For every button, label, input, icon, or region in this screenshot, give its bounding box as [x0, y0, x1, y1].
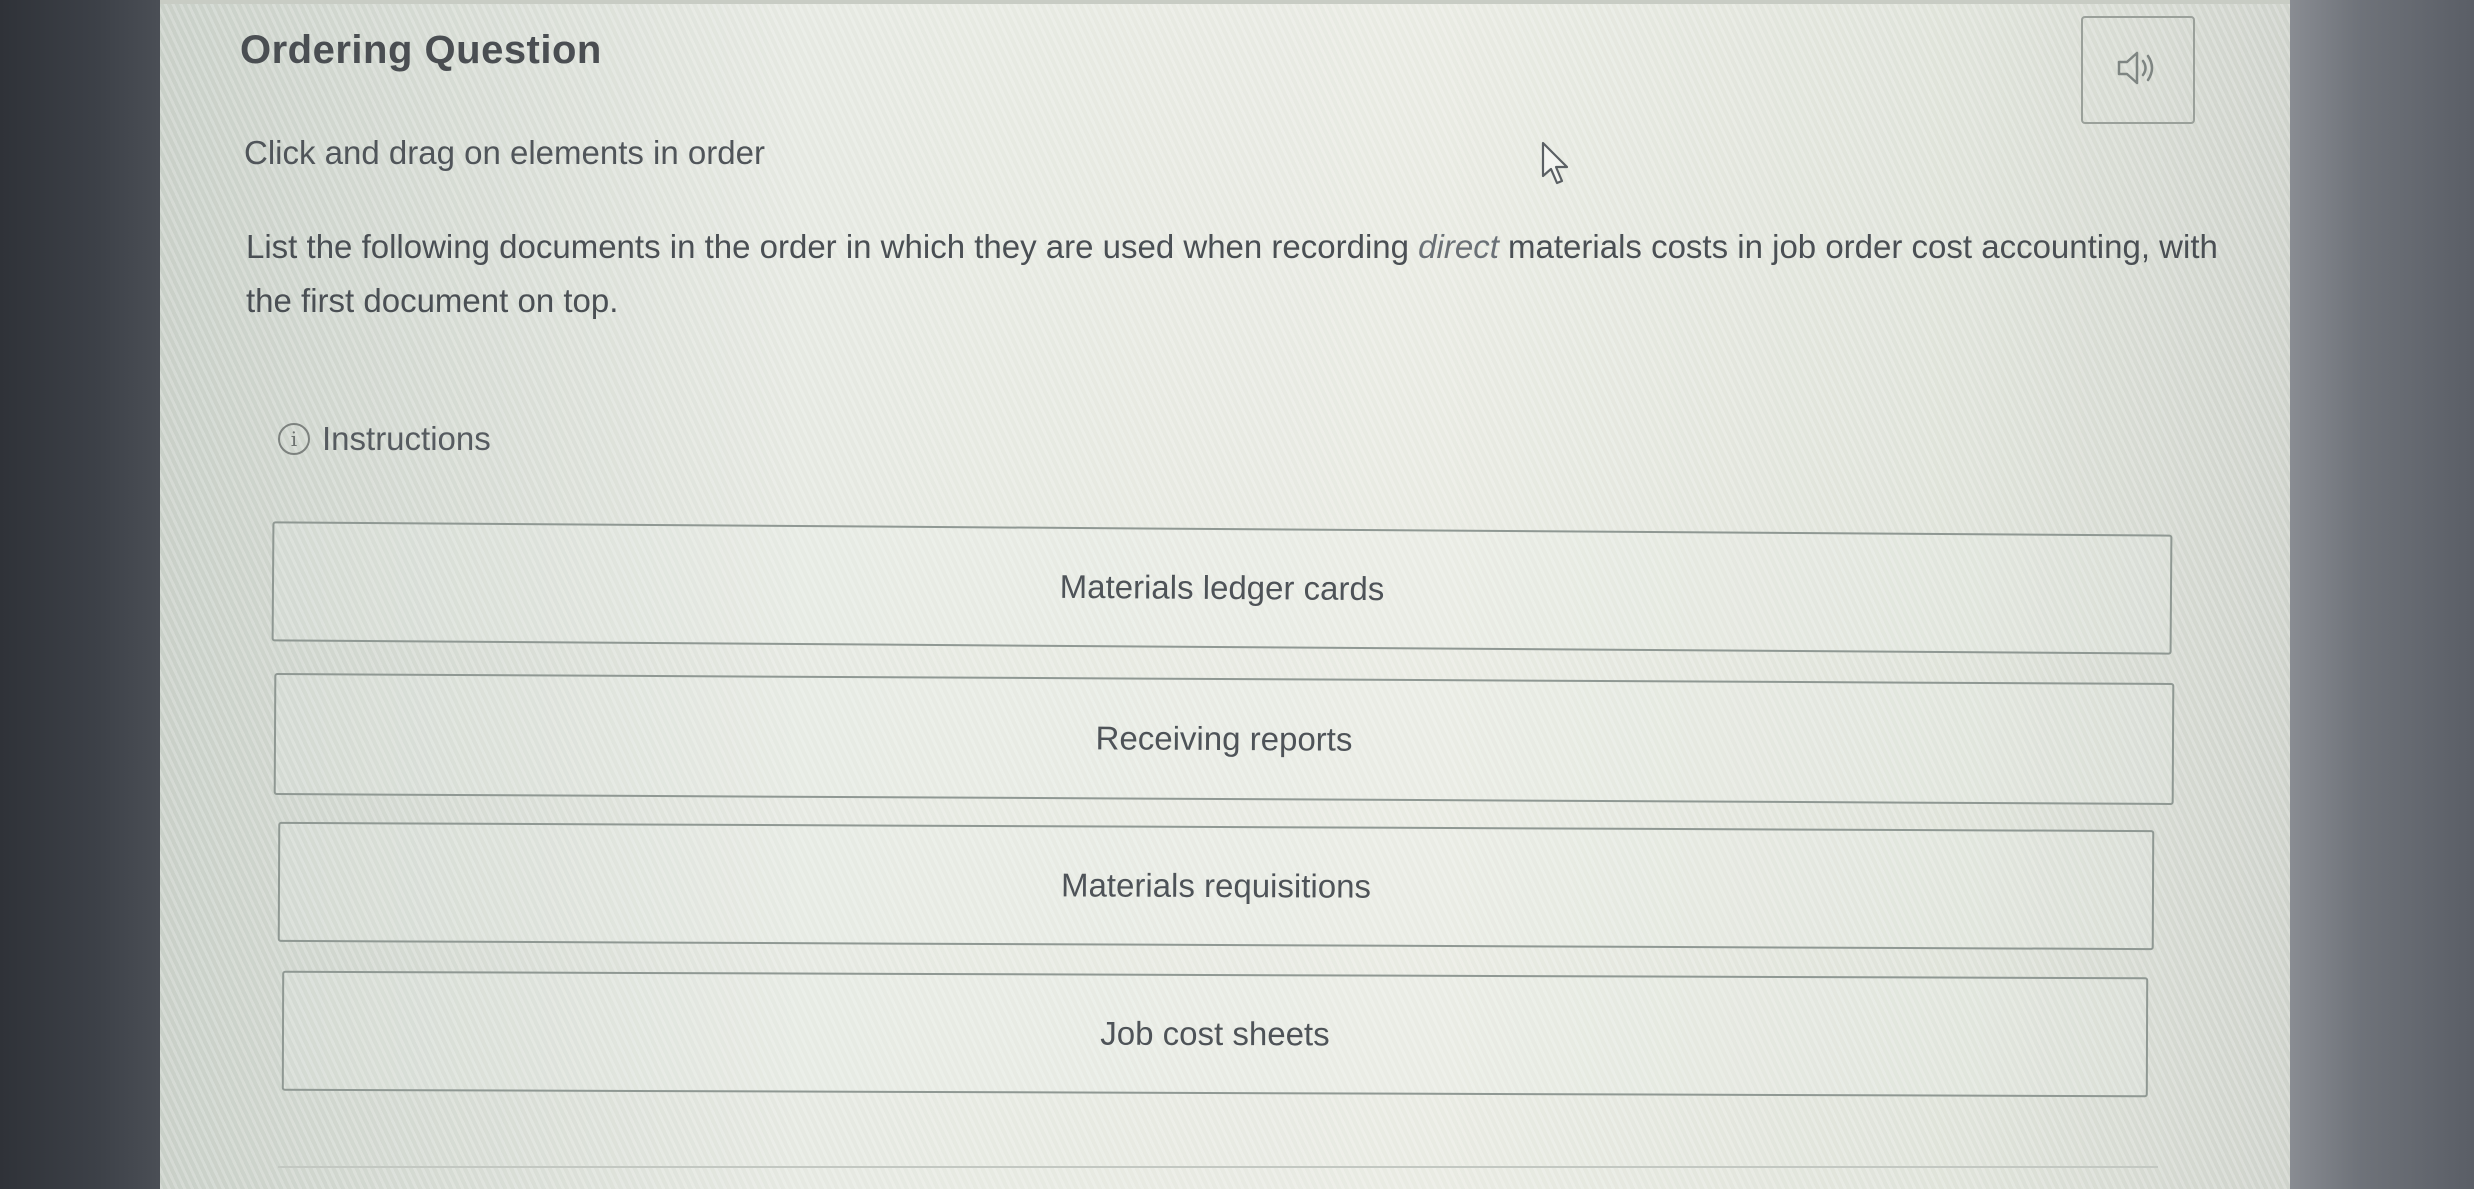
mouse-cursor-icon [1540, 140, 1576, 188]
drag-item-label: Materials ledger cards [1059, 567, 1385, 608]
question-prompt: Click and drag on elements in order [244, 134, 765, 171]
screen: Ordering Question Click and drag on elem… [0, 0, 2474, 1189]
question-emphasis: direct [1418, 228, 1499, 265]
drag-item-receiving-reports[interactable]: Receiving reports [273, 673, 2175, 805]
background-edge [2280, 0, 2474, 1189]
drag-item-materials-ledger-cards[interactable]: Materials ledger cards [271, 521, 2173, 655]
question-text: List the following documents in the orde… [246, 220, 2226, 328]
drag-item-label: Job cost sheets [1100, 1014, 1330, 1053]
question-text-start: List the following documents in the orde… [246, 228, 1419, 265]
panel-divider [160, 0, 2290, 4]
next-section-edge [278, 1166, 2158, 1189]
question-panel: Ordering Question Click and drag on elem… [160, 0, 2290, 1189]
speaker-icon [2115, 48, 2161, 93]
instructions-toggle[interactable]: i Instructions [278, 420, 491, 458]
page-title: Ordering Question [240, 28, 602, 72]
drag-item-job-cost-sheets[interactable]: Job cost sheets [281, 970, 2149, 1098]
drag-item-label: Materials requisitions [1060, 866, 1372, 905]
read-aloud-button[interactable] [2081, 16, 2195, 124]
drag-item-label: Receiving reports [1095, 719, 1353, 758]
instructions-label: Instructions [322, 420, 491, 457]
drag-item-materials-requisitions[interactable]: Materials requisitions [277, 821, 2155, 951]
info-icon: i [278, 423, 310, 455]
